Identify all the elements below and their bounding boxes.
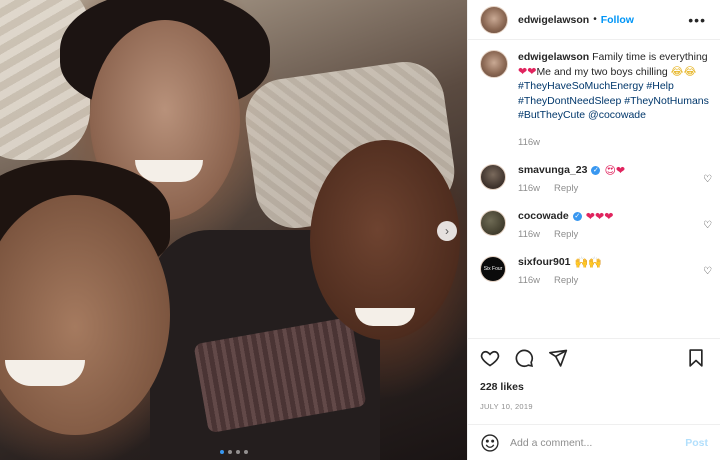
caption-timestamp[interactable]: 116w — [518, 137, 712, 148]
add-comment-bar: Post — [468, 424, 720, 460]
comment-meta: 116w Reply — [518, 183, 625, 194]
reply-button[interactable]: Reply — [554, 229, 578, 240]
bookmark-icon[interactable] — [686, 348, 706, 368]
chevron-right-icon: › — [445, 224, 449, 238]
like-heart-icon[interactable] — [480, 348, 500, 368]
post-caption: edwigelawson Family time is everything ❤… — [480, 50, 712, 123]
comment-body: cocowade ✓ ❤❤❤ 116w Reply — [518, 210, 613, 240]
comment-item: cocowade ✓ ❤❤❤ 116w Reply ♡ — [480, 209, 712, 240]
comment-avatar[interactable] — [480, 163, 506, 190]
carousel-dot — [227, 450, 232, 454]
man-smile — [355, 308, 415, 326]
carousel-dot — [219, 450, 224, 454]
comment-item: Six Four sixfour901 🙌🙌 116w Reply ♡ — [480, 255, 712, 286]
comment-timestamp[interactable]: 116w — [518, 183, 540, 194]
post-actions-bar — [480, 346, 706, 370]
verified-badge-icon: ✓ — [572, 211, 582, 221]
carousel-dot — [243, 450, 248, 454]
more-horizontal-icon[interactable]: ••• — [688, 13, 706, 27]
author-avatar[interactable] — [480, 5, 508, 34]
comments-list: edwigelawson Family time is everything ❤… — [480, 50, 712, 286]
caption-text: edwigelawson Family time is everything ❤… — [518, 50, 712, 123]
follow-button[interactable]: Follow — [601, 14, 634, 26]
comment-meta: 116w Reply — [518, 275, 602, 286]
next-slide-button[interactable]: › — [437, 221, 457, 241]
comment-timestamp[interactable]: 116w — [518, 229, 540, 240]
hashtag-link[interactable]: #TheyNotHumans — [624, 95, 709, 107]
comment-bubble-icon[interactable] — [514, 348, 534, 368]
comment-username[interactable]: cocowade — [518, 210, 569, 222]
reply-button[interactable]: Reply — [554, 183, 578, 194]
comment-body: smavunga_23 ✓ 😍❤ 116w Reply — [518, 164, 625, 194]
reply-button[interactable]: Reply — [554, 275, 578, 286]
post-side-panel: edwigelawson • Follow ••• edwigelawson F… — [467, 0, 720, 460]
post-header: edwigelawson • Follow ••• — [468, 0, 720, 40]
author-username[interactable]: edwigelawson — [518, 14, 589, 26]
share-paper-plane-icon[interactable] — [548, 348, 568, 368]
comment-text: 🙌🙌 — [574, 255, 602, 269]
hashtag-link[interactable]: #Help — [646, 80, 673, 92]
post-comment-button[interactable]: Post — [685, 437, 708, 449]
verified-badge-icon: ✓ — [591, 165, 601, 175]
like-comment-heart-icon[interactable]: ♡ — [703, 174, 712, 185]
actions-divider — [468, 338, 720, 339]
comment-line: sixfour901 🙌🙌 — [518, 256, 602, 269]
likes-count[interactable]: 228 likes — [480, 381, 524, 393]
mention-link[interactable]: @cocowade — [588, 109, 646, 121]
emoji-smiley-icon[interactable] — [480, 433, 500, 453]
comment-text: 😍❤ — [604, 163, 626, 177]
comment-username[interactable]: sixfour901 — [518, 256, 571, 268]
header-separator: • — [593, 14, 597, 25]
hashtag-link[interactable]: #TheyDontNeedSleep — [518, 95, 621, 107]
caption-emoji-1: ❤❤ — [518, 64, 537, 78]
post-date[interactable]: JULY 10, 2019 — [480, 402, 533, 411]
comment-avatar[interactable] — [480, 209, 506, 236]
caption-text-2: Me and my two boys chilling — [536, 65, 668, 78]
comment-username[interactable]: smavunga_23 — [518, 164, 587, 176]
caption-emoji-2: 😂😂 — [670, 64, 697, 78]
comment-item: smavunga_23 ✓ 😍❤ 116w Reply ♡ — [480, 163, 712, 194]
comment-avatar[interactable]: Six Four — [480, 255, 506, 282]
caption-text-1: Family time is everything — [592, 51, 708, 63]
add-comment-input[interactable] — [510, 436, 670, 449]
comment-line: smavunga_23 ✓ 😍❤ — [518, 164, 625, 177]
instagram-post: › edwigelawson • Follow ••• edwigelawson… — [0, 0, 720, 460]
carousel-dots — [0, 450, 467, 454]
comment-meta: 116w Reply — [518, 229, 613, 240]
caption-username[interactable]: edwigelawson — [518, 51, 589, 63]
like-comment-heart-icon[interactable]: ♡ — [703, 220, 712, 231]
carousel-dot — [235, 450, 240, 454]
caption-avatar[interactable] — [480, 50, 508, 78]
hashtag-link[interactable]: #ButTheyCute — [518, 109, 585, 121]
comment-timestamp[interactable]: 116w — [518, 275, 540, 286]
avatar-logo-text: Six Four — [483, 265, 503, 272]
comment-body: sixfour901 🙌🙌 116w Reply — [518, 256, 602, 286]
hashtag-link[interactable]: #TheyHaveSoMuchEnergy — [518, 80, 643, 92]
post-photo[interactable]: › — [0, 0, 467, 460]
comment-line: cocowade ✓ ❤❤❤ — [518, 210, 613, 223]
comment-text: ❤❤❤ — [585, 209, 614, 223]
like-comment-heart-icon[interactable]: ♡ — [703, 266, 712, 277]
